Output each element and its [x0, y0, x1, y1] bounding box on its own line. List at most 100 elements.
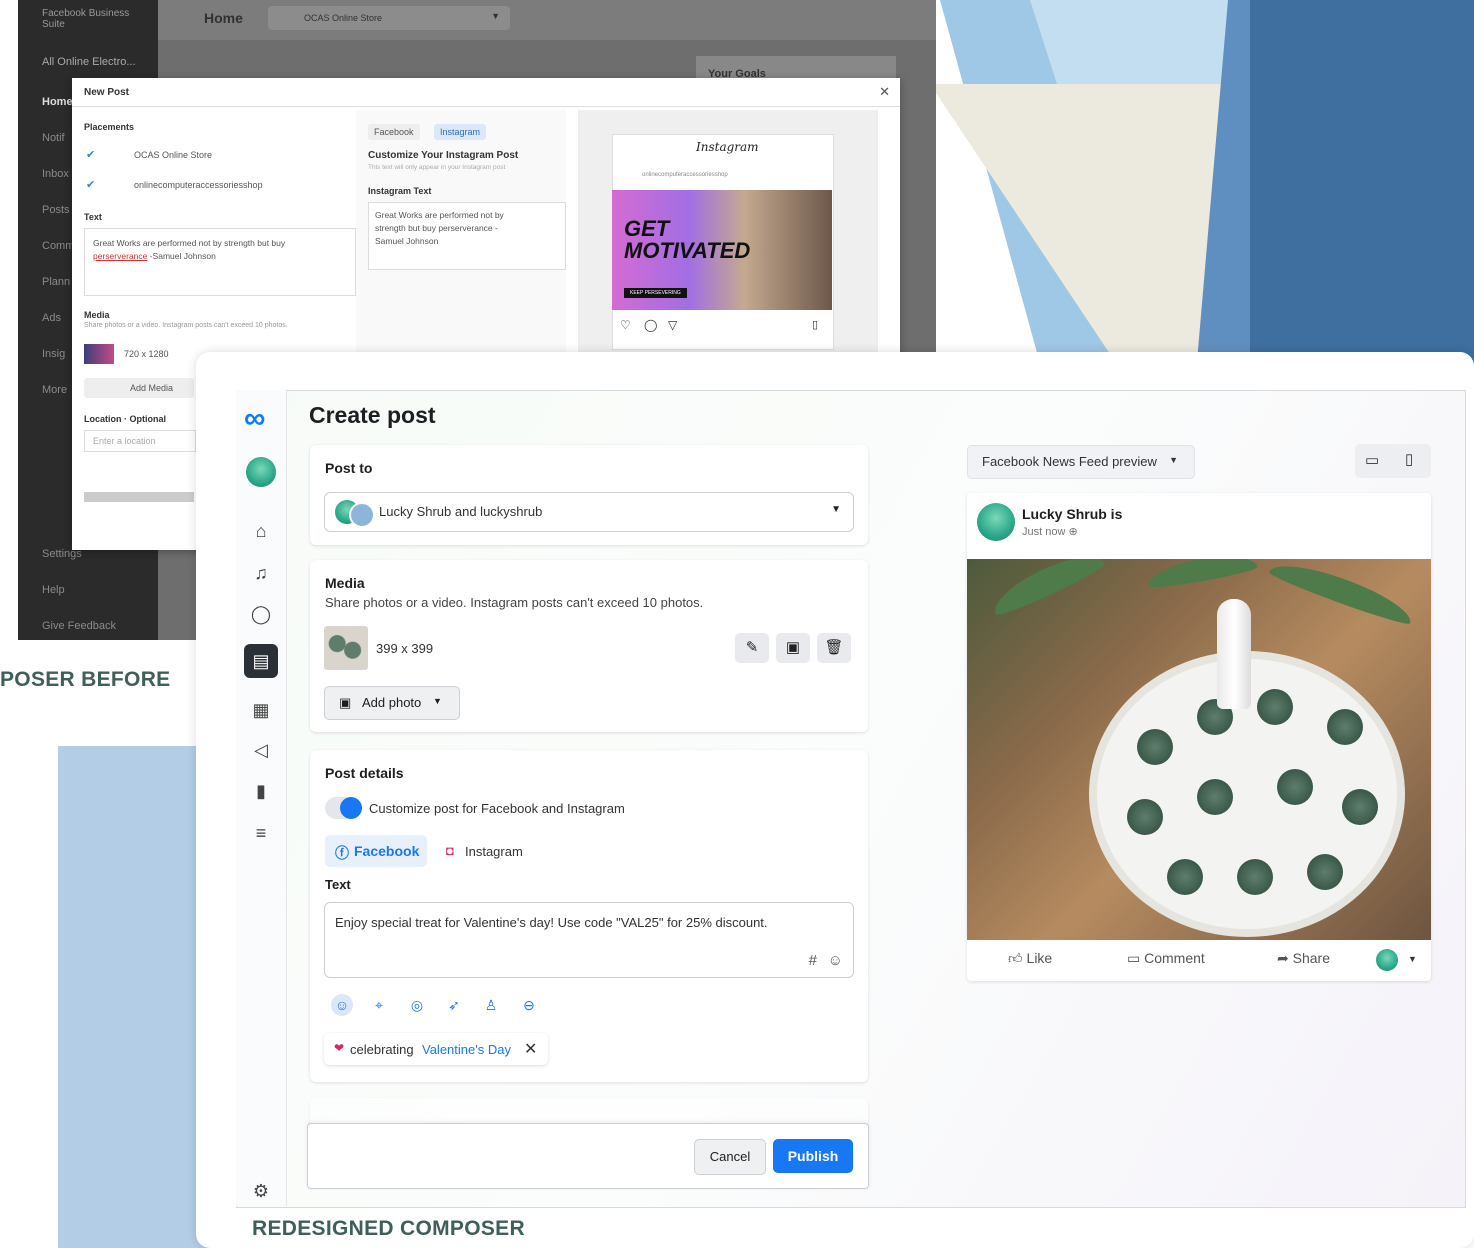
emoji-icon[interactable]: ☺ — [828, 952, 843, 969]
text-label: Text — [325, 877, 351, 892]
old-store-select[interactable]: OCAS Online Store ▼ — [268, 6, 510, 30]
preview-page-avatar — [977, 503, 1015, 541]
old-add-media-button[interactable]: Add Media — [84, 378, 194, 398]
old-placement-2: onlinecomputeraccessoriesshop — [134, 180, 263, 190]
crop-icon[interactable]: ▣ — [776, 633, 810, 663]
tab-facebook[interactable]: ⓕ Facebook — [325, 835, 427, 867]
old-ig-handle: onlinecomputeraccessoriesshop — [642, 172, 728, 178]
checkmark-icon[interactable]: ✔ — [86, 148, 95, 161]
feeling-icon[interactable]: ☺ — [331, 994, 353, 1016]
post-to-label: Post to — [325, 460, 373, 476]
comment-button[interactable]: ▭ Comment — [1127, 950, 1205, 967]
hashtag-icon[interactable]: # — [809, 952, 817, 969]
post-to-select[interactable]: Lucky Shrub and luckyshrub ▼ — [324, 492, 854, 532]
heart-icon[interactable]: ♡ — [620, 318, 631, 332]
close-icon[interactable]: ✕ — [524, 1039, 537, 1059]
post-text-value: Enjoy special treat for Valentine's day!… — [335, 915, 768, 930]
bookmark-icon[interactable]: ▯ — [812, 318, 818, 331]
insights-icon[interactable]: ▮ — [250, 780, 272, 802]
customize-toggle[interactable] — [325, 797, 362, 819]
old-placement-1: OCAS Online Store — [134, 150, 213, 160]
share-icon: ➦ — [1277, 950, 1289, 966]
old-sidebar-item[interactable]: Inbox — [42, 168, 69, 180]
old-sidebar-item[interactable]: More — [42, 384, 67, 396]
messenger-icon[interactable]: ◎ — [406, 994, 428, 1016]
chevron-down-icon: ▼ — [831, 504, 841, 515]
gear-icon[interactable]: ⚙ — [250, 1180, 272, 1202]
preview-select-label: Facebook News Feed preview — [982, 454, 1157, 469]
like-button[interactable]: 👍︎ Like — [1008, 950, 1052, 967]
succulent — [1137, 729, 1173, 765]
chevron-down-icon: ▼ — [491, 11, 500, 21]
media-label: Media — [325, 575, 365, 591]
comment-icon[interactable]: ◯ — [644, 318, 657, 332]
old-sidebar-item[interactable]: Plann — [42, 276, 70, 288]
old-scrollbar[interactable] — [84, 492, 194, 502]
share-button[interactable]: ➦ Share — [1277, 950, 1330, 967]
media-thumbnail[interactable] — [324, 626, 368, 670]
home-icon[interactable]: ⌂ — [250, 520, 272, 542]
boost-icon[interactable]: ➶ — [443, 994, 465, 1016]
calendar-icon[interactable]: ▦ — [250, 699, 272, 721]
old-modal-header — [72, 78, 900, 107]
old-media-label: Media — [84, 310, 110, 320]
preview-reactor-avatar[interactable] — [1376, 949, 1398, 971]
old-ig-banner-small: KEEP PERSEVERING — [624, 288, 687, 298]
old-sidebar-help[interactable]: Help — [42, 584, 65, 596]
succulent — [1342, 789, 1378, 825]
location-pin-icon[interactable]: ⌖ — [368, 994, 390, 1016]
post-to-value: Lucky Shrub and luckyshrub — [379, 504, 543, 519]
edit-pencil-icon[interactable]: ✎ — [735, 633, 769, 663]
old-text-value: Great Works are performed not by strengt… — [93, 238, 286, 261]
old-media-size: 720 x 1280 — [124, 349, 169, 359]
chevron-down-icon[interactable]: ▼ — [1408, 954, 1417, 964]
feeling-prefix: celebrating — [350, 1042, 414, 1057]
succulent — [1197, 779, 1233, 815]
plant-leaf — [987, 559, 1107, 620]
old-sidebar-feedback[interactable]: Give Feedback — [42, 620, 116, 632]
feeling-value: Valentine's Day — [422, 1042, 511, 1057]
tag-people-icon[interactable]: ♙ — [480, 994, 502, 1016]
old-location-input[interactable]: Enter a location — [84, 430, 196, 452]
account-avatar[interactable] — [246, 457, 276, 487]
more-icon[interactable]: ⊖ — [518, 994, 540, 1016]
chat-icon[interactable]: ◯ — [250, 603, 272, 625]
succulent — [1257, 689, 1293, 725]
old-text-input[interactable]: Great Works are performed not by strengt… — [84, 228, 356, 296]
old-sidebar-item[interactable]: Posts — [42, 204, 70, 216]
tab-instagram[interactable]: ◘ Instagram — [440, 835, 532, 867]
close-icon[interactable]: ✕ — [879, 84, 890, 100]
old-media-hint: Share photos or a video. Instagram posts… — [84, 322, 288, 329]
publish-button[interactable]: Publish — [773, 1139, 853, 1173]
old-store-select-label: OCAS Online Store — [304, 13, 383, 23]
cancel-button[interactable]: Cancel — [694, 1139, 766, 1175]
menu-icon[interactable]: ≡ — [250, 822, 272, 844]
old-sidebar-item[interactable]: Notif — [42, 132, 65, 144]
old-brand: Facebook Business Suite — [42, 8, 130, 30]
desktop-icon[interactable]: ▭ — [1365, 451, 1379, 469]
old-sidebar-home[interactable]: Home — [42, 96, 73, 108]
trash-icon[interactable]: 🗑 — [817, 633, 851, 663]
old-sidebar-item[interactable]: Insig — [42, 348, 65, 360]
checkmark-icon[interactable]: ✔ — [86, 178, 95, 191]
caption-after: REDESIGNED COMPOSER — [252, 1217, 525, 1240]
add-photo-button[interactable]: ▣ Add photo ▼ — [324, 686, 460, 720]
instagram-icon: ◘ — [446, 843, 454, 858]
old-sidebar-item[interactable]: Ads — [42, 312, 61, 324]
megaphone-icon[interactable]: ◁ — [250, 739, 272, 761]
mobile-icon[interactable]: ▯ — [1405, 450, 1413, 468]
caption-before: POSER BEFORE — [0, 668, 171, 691]
old-tab-facebook[interactable]: Facebook — [368, 124, 420, 140]
old-ig-text-input[interactable]: Great Works are performed not by strengt… — [368, 202, 566, 270]
preview-post-image — [967, 559, 1431, 940]
old-media-thumbnail[interactable] — [84, 344, 114, 364]
chevron-down-icon: ▼ — [1169, 455, 1178, 465]
old-tab-instagram[interactable]: Instagram — [434, 124, 487, 140]
send-icon[interactable]: ▽ — [668, 318, 677, 332]
bell-icon[interactable]: ♫ — [250, 562, 272, 584]
plant-leaf — [1267, 559, 1417, 628]
post-text-input[interactable]: Enjoy special treat for Valentine's day!… — [324, 902, 854, 978]
old-sidebar-item[interactable]: Comm — [42, 240, 74, 252]
preview-select[interactable]: Facebook News Feed preview ▼ — [967, 445, 1195, 479]
old-account[interactable]: All Online Electro... — [42, 56, 136, 68]
